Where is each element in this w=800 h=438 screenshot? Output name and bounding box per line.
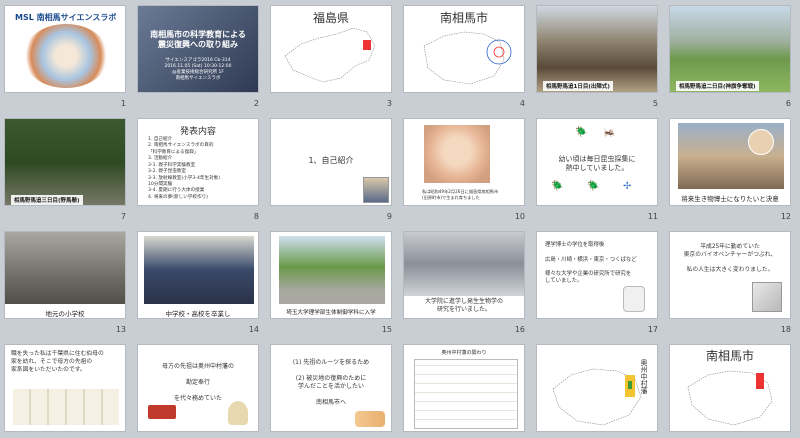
slide-number: 14 bbox=[248, 325, 259, 334]
festival-photo bbox=[670, 6, 790, 92]
slide-caption: 将来生き物博士になりたいと決意 bbox=[681, 195, 779, 203]
slide-caption: 中学校・高校を卒業し bbox=[165, 310, 231, 318]
photo-collage bbox=[23, 24, 109, 88]
slide-caption: 相馬野馬追二日目(神旗争奪戦) bbox=[676, 81, 759, 91]
slide-caption: 相馬野馬追1日目(出陣式) bbox=[543, 81, 613, 91]
slide-number: 2 bbox=[253, 99, 259, 108]
slide-number: 1 bbox=[120, 99, 126, 108]
slide-title: 幼い頃は毎日昆虫採集に 熱中していました。 bbox=[558, 155, 636, 173]
slide-number: 6 bbox=[785, 99, 791, 108]
slide-caption: 大学院に進学し発生生物学の 研究を行いました。 bbox=[404, 298, 524, 315]
slide-number: 9 bbox=[386, 212, 392, 221]
slide-number: 13 bbox=[115, 325, 126, 334]
slide-number: 8 bbox=[253, 212, 259, 221]
zoom-circle bbox=[748, 129, 774, 155]
slide-caption: 相馬野馬追三日目(野馬懸) bbox=[11, 195, 83, 205]
slide-thumbnail[interactable]: 発表内容 1. 自己紹介 2. 南相馬サイエンスラボの目的 「科学教育による復興… bbox=[137, 118, 259, 206]
city-map-outline bbox=[687, 370, 773, 426]
slide-number: 12 bbox=[780, 212, 791, 221]
documents-collage bbox=[414, 359, 518, 429]
slide-thumbnail[interactable]: 奥州中村藩 bbox=[536, 344, 658, 432]
slide-caption: 埼玉大学理学部生体制御学科に入学 bbox=[286, 310, 376, 316]
abacus-illustration bbox=[148, 405, 176, 419]
slide-thumbnail[interactable]: 1、自己紹介 bbox=[270, 118, 392, 206]
slide-thumbnail[interactable]: 地元の小学校 bbox=[4, 231, 126, 319]
slide-title: 発表内容 bbox=[179, 127, 216, 137]
slide-subtitle: サイエンスアゴラ2016 Cb-314 2016.11.05 (Sat) 10:… bbox=[164, 58, 232, 82]
slide-thumbnail[interactable]: 南相馬市の科学教育による 震災復興への取り組み サイエンスアゴラ2016 Cb-… bbox=[137, 5, 259, 93]
slide-thumbnail[interactable]: 埼玉大学理学部生体制御学科に入学 bbox=[270, 231, 392, 319]
worried-person-illustration bbox=[752, 282, 782, 312]
portrait-photo bbox=[363, 177, 389, 203]
stag-beetle-icon: 🪲 bbox=[587, 181, 600, 192]
slide-thumbnail[interactable]: 南相馬市 bbox=[669, 344, 791, 432]
city-map-outline bbox=[423, 31, 512, 85]
slide-body: 母方の先祖は奥州中村藩の 勘定奉行 を代々務めていた bbox=[161, 363, 234, 403]
slide-thumbnail[interactable]: 中学校・高校を卒業し bbox=[137, 231, 259, 319]
slide-number: 4 bbox=[519, 99, 525, 108]
baby-photo bbox=[424, 125, 490, 183]
slide-thumbnail[interactable]: 南相馬市 bbox=[403, 5, 525, 93]
slide-thumbnail[interactable]: MSL 南相馬サイエンスラボ bbox=[4, 5, 126, 93]
slide-thumbnail[interactable]: 相馬野馬追三日目(野馬懸) bbox=[4, 118, 126, 206]
slide-sorter-grid: MSL 南相馬サイエンスラボ 1 南相馬市の科学教育による 震災復興への取り組み… bbox=[0, 0, 800, 438]
slide-thumbnail[interactable]: 大学院に進学し発生生物学の 研究を行いました。 bbox=[403, 231, 525, 319]
cicada-icon: 🪲 bbox=[575, 127, 588, 138]
slide-number: 11 bbox=[647, 212, 658, 221]
laboratory-photo bbox=[404, 232, 524, 296]
slide-caption: 私は昭和49年2月26日に福島県南相馬市 (旧原町市)で生まれ育ちました bbox=[422, 189, 499, 201]
map-outline bbox=[284, 27, 376, 83]
family-tree-documents bbox=[13, 389, 119, 425]
slide-body: (1) 先祖のルーツを探るため (2) 被災地の復興のために 学んだことを活かし… bbox=[292, 359, 370, 407]
school-photo bbox=[5, 232, 125, 304]
slide-title: 南相馬市の科学教育による 震災復興への取り組み bbox=[150, 30, 246, 49]
slide-thumbnail[interactable]: 理学博士の学位を取得後 広島・川崎・横浜・東京・つくばなど 様々な大学や企業の研… bbox=[536, 231, 658, 319]
slide-thumbnail[interactable]: 平成25年に勤めていた 東京のバイオベンチャーがつぶれ、 私の人生は大きく変わり… bbox=[669, 231, 791, 319]
slide-number: 18 bbox=[780, 325, 791, 334]
slide-number: 3 bbox=[386, 99, 392, 108]
slide-number: 10 bbox=[514, 212, 525, 221]
slide-thumbnail[interactable]: 福島県 bbox=[270, 5, 392, 93]
slide-number: 5 bbox=[652, 99, 658, 108]
people-illustration bbox=[355, 411, 385, 427]
slide-thumbnail[interactable]: 職を失った私は千葉県に住む伯母の 家を訪れ、そこで母方の先祖の 家系図をいただい… bbox=[4, 344, 126, 432]
festival-photo bbox=[5, 119, 125, 205]
slide-caption: 地元の小学校 bbox=[45, 310, 85, 318]
slide-title: 奥州中村藩の関わり bbox=[441, 350, 487, 356]
beetle-icon: 🪲 bbox=[551, 181, 564, 192]
dragonfly-icon: ✢ bbox=[623, 181, 632, 192]
slide-number: 17 bbox=[647, 325, 658, 334]
slide-thumbnail[interactable]: 将来生き物博士になりたいと決意 bbox=[669, 118, 791, 206]
slide-number: 15 bbox=[381, 325, 392, 334]
festival-photo bbox=[537, 6, 657, 92]
slide-body: 平成25年に勤めていた 東京のバイオベンチャーがつぶれ、 私の人生は大きく変わり… bbox=[683, 244, 777, 274]
slide-body: 1. 自己紹介 2. 南相馬サイエンスラボの目的 「科学教育による復興」 3. … bbox=[148, 137, 221, 200]
slide-thumbnail[interactable]: 相馬野馬追二日目(神旗争奪戦) bbox=[669, 5, 791, 93]
graduation-photo bbox=[144, 236, 254, 304]
slide-thumbnail[interactable]: 相馬野馬追1日目(出陣式) bbox=[536, 5, 658, 93]
slide-thumbnail[interactable]: 私は昭和49年2月26日に福島県南相馬市 (旧原町市)で生まれ育ちました bbox=[403, 118, 525, 206]
slide-body: 理学博士の学位を取得後 広島・川崎・横浜・東京・つくばなど 様々な大学や企業の研… bbox=[545, 242, 637, 285]
slide-title: MSL 南相馬サイエンスラボ bbox=[15, 13, 117, 22]
slide-title: 奥州中村藩 bbox=[640, 359, 648, 394]
samurai-illustration bbox=[228, 401, 248, 425]
slide-thumbnail[interactable]: 幼い頃は毎日昆虫採集に 熱中していました。 🪲 🦗 🪲 🪲 ✢ bbox=[536, 118, 658, 206]
scientist-illustration bbox=[623, 286, 645, 312]
slide-body: 職を失った私は千葉県に住む伯母の 家を訪れ、そこで母方の先祖の 家系図をいただい… bbox=[11, 351, 104, 373]
slide-thumbnail[interactable]: (1) 先祖のルーツを探るため (2) 被災地の復興のために 学んだことを活かし… bbox=[270, 344, 392, 432]
mantis-icon: 🦗 bbox=[603, 127, 616, 138]
slide-number: 16 bbox=[514, 325, 525, 334]
slide-title: 1、自己紹介 bbox=[308, 156, 354, 165]
university-photo bbox=[279, 236, 385, 304]
slide-number: 7 bbox=[120, 212, 126, 221]
slide-thumbnail[interactable]: 母方の先祖は奥州中村藩の 勘定奉行 を代々務めていた bbox=[137, 344, 259, 432]
slide-thumbnail[interactable]: 奥州中村藩の関わり bbox=[403, 344, 525, 432]
